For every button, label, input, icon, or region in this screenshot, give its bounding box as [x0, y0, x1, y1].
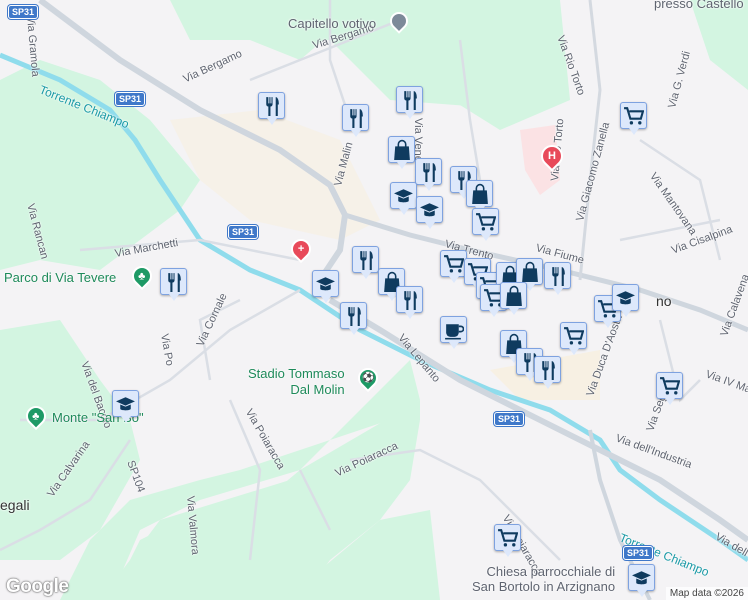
- school-marker[interactable]: [612, 284, 639, 317]
- school-marker[interactable]: [312, 270, 339, 303]
- chiesa-line2: San Bortolo in Arzignano: [472, 579, 616, 594]
- restaurant-marker[interactable]: [544, 262, 571, 295]
- cafe-marker[interactable]: [440, 316, 467, 349]
- school-icon: [116, 397, 135, 411]
- shopping-cart-marker[interactable]: [656, 372, 683, 405]
- restaurant-icon: [360, 251, 373, 270]
- school-marker[interactable]: [390, 182, 417, 215]
- school-marker[interactable]: [628, 564, 655, 597]
- restaurant-marker[interactable]: [396, 286, 423, 319]
- google-logo: Google: [6, 576, 69, 597]
- restaurant-icon: [348, 307, 361, 326]
- shopping-cart-icon: [476, 213, 496, 231]
- road-shield: SP31: [228, 225, 259, 239]
- shopping-cart-marker[interactable]: [440, 250, 467, 283]
- restaurant-marker[interactable]: [160, 268, 187, 301]
- restaurant-icon: [542, 361, 555, 380]
- shopping-cart-marker[interactable]: [494, 524, 521, 557]
- shopping-cart-icon: [624, 107, 644, 125]
- road-shield: SP31: [494, 412, 525, 426]
- stadio-line1: Stadio Tommaso: [248, 366, 345, 381]
- school-marker[interactable]: [416, 196, 443, 229]
- poi-stadio[interactable]: Stadio Tommaso Dal Molin: [248, 366, 345, 398]
- restaurant-icon: [404, 91, 417, 110]
- poi-castello: presso Castello: [654, 0, 744, 11]
- restaurant-icon: [168, 273, 181, 292]
- shopping-cart-marker[interactable]: [620, 102, 647, 135]
- shopping-cart-marker[interactable]: [472, 208, 499, 241]
- chiesa-line1: Chiesa parrocchiale di: [486, 564, 616, 579]
- town-label: no: [656, 293, 672, 309]
- town-label: egali: [0, 497, 30, 513]
- poi-capitello-votivo[interactable]: Capitello votivo: [288, 16, 376, 31]
- restaurant-icon: [423, 163, 436, 182]
- road-shield: SP31: [8, 5, 39, 19]
- shopping-cart-icon: [498, 529, 518, 547]
- road-shield: SP31: [623, 546, 654, 560]
- shopping-bag-marker[interactable]: [516, 258, 543, 291]
- restaurant-marker[interactable]: [396, 86, 423, 119]
- restaurant-icon: [350, 109, 363, 128]
- school-icon: [420, 203, 439, 217]
- shopping-bag-icon: [394, 139, 410, 160]
- shopping-cart-icon: [660, 377, 680, 395]
- restaurant-marker[interactable]: [415, 158, 442, 191]
- road-shield: SP31: [115, 92, 146, 106]
- restaurant-marker[interactable]: [352, 246, 379, 279]
- school-icon: [632, 571, 651, 585]
- shopping-bag-icon: [522, 261, 538, 282]
- school-icon: [316, 277, 335, 291]
- school-marker[interactable]: [112, 390, 139, 423]
- hospital-symbol: H: [548, 150, 556, 163]
- shopping-bag-marker[interactable]: [466, 180, 493, 213]
- school-icon: [394, 189, 413, 203]
- shopping-bag-icon: [472, 183, 488, 204]
- stadio-line2: Dal Molin: [290, 382, 345, 397]
- shopping-bag-marker[interactable]: [500, 282, 527, 315]
- map-attribution[interactable]: Map data ©2026: [665, 587, 748, 600]
- shopping-cart-marker[interactable]: [560, 322, 587, 355]
- restaurant-marker[interactable]: [534, 356, 561, 389]
- poi-parco[interactable]: Parco di Via Tevere: [4, 270, 116, 285]
- restaurant-marker[interactable]: [340, 302, 367, 335]
- shopping-bag-icon: [506, 285, 522, 306]
- shopping-cart-icon: [444, 255, 464, 273]
- restaurant-icon: [266, 97, 279, 116]
- cafe-icon: [445, 324, 464, 340]
- shopping-bag-marker[interactable]: [388, 136, 415, 169]
- school-icon: [616, 291, 635, 305]
- restaurant-marker[interactable]: [342, 104, 369, 137]
- restaurant-marker[interactable]: [258, 92, 285, 125]
- poi-chiesa[interactable]: Chiesa parrocchiale di San Bortolo in Arz…: [472, 564, 615, 594]
- restaurant-icon: [404, 291, 417, 310]
- map[interactable]: Via Bergamo Via Bergamo Via Malin Via Ve…: [0, 0, 748, 600]
- shopping-cart-icon: [564, 327, 584, 345]
- restaurant-icon: [552, 267, 565, 286]
